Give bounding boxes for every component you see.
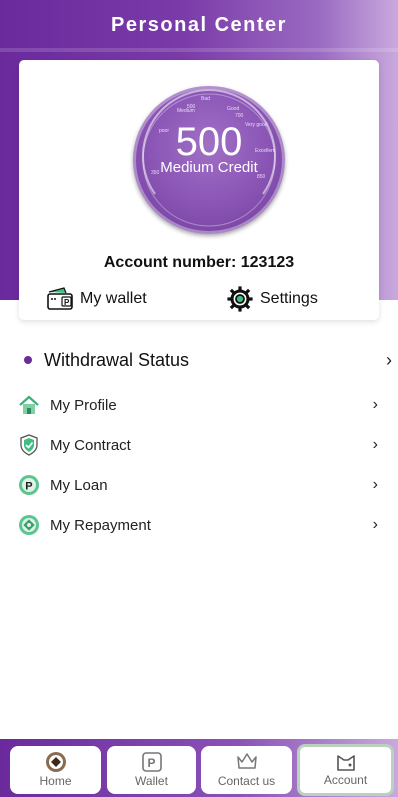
account-number: Account number: 123123	[103, 254, 295, 271]
page-title: Personal Center	[111, 14, 287, 36]
home-icon	[19, 395, 39, 414]
ring-label: 500	[187, 104, 196, 110]
tab-home[interactable]: Home	[10, 746, 101, 794]
tab-contact-us[interactable]: Contact us	[201, 746, 292, 794]
chevron-right-icon: ›	[386, 349, 392, 370]
account-wallet-icon	[336, 755, 355, 771]
settings-link[interactable]: Settings	[226, 286, 318, 312]
menu-item-my-loan[interactable]: P My Loan ›	[0, 473, 398, 497]
settings-label: Settings	[260, 290, 318, 307]
chevron-right-icon: ›	[372, 516, 378, 533]
bottom-tab-bar: Home P Wallet Contact us Account	[0, 739, 398, 797]
my-wallet-label: My wallet	[80, 290, 147, 307]
withdrawal-status-label: Withdrawal Status	[44, 349, 190, 370]
chevron-right-icon: ›	[372, 476, 378, 493]
gear-icon	[227, 286, 253, 312]
menu-item-label: My Contract	[50, 436, 131, 454]
tab-account[interactable]: Account	[297, 744, 394, 796]
menu-item-my-profile[interactable]: My Profile ›	[0, 393, 398, 417]
credit-level: Medium Credit	[160, 159, 258, 176]
my-wallet-link[interactable]: P My wallet	[46, 286, 147, 312]
repayment-icon	[19, 515, 39, 535]
menu-item-label: My Repayment	[50, 516, 151, 534]
menu-item-my-repayment[interactable]: My Repayment ›	[0, 513, 398, 537]
menu-item-my-contract[interactable]: My Contract ›	[0, 433, 398, 457]
p-coin-icon: P	[19, 475, 39, 495]
crown-icon	[236, 753, 257, 769]
tab-label: Account	[323, 773, 368, 787]
shield-check-icon	[20, 434, 38, 456]
chevron-right-icon: ›	[372, 436, 378, 453]
credit-gauge: 350 poor Medium Bad Good Very good Excel…	[133, 86, 285, 234]
bullet-dot	[24, 356, 32, 364]
ring-label: 700	[235, 113, 244, 119]
tab-wallet[interactable]: P Wallet	[107, 746, 196, 794]
withdrawal-status-row[interactable]: Withdrawal Status ›	[0, 346, 398, 374]
tab-label: Wallet	[135, 774, 168, 788]
chevron-right-icon: ›	[372, 396, 378, 413]
tab-label: Contact us	[217, 774, 276, 788]
home-coin-icon	[45, 752, 66, 772]
ring-label: Bad	[201, 96, 210, 102]
svg-text:P: P	[147, 756, 155, 770]
credit-score: 500	[175, 120, 243, 164]
menu-item-label: My Profile	[50, 396, 117, 414]
wallet-icon: P	[47, 287, 73, 310]
menu-item-label: My Loan	[50, 476, 108, 494]
svg-text:P: P	[25, 480, 32, 492]
tab-label: Home	[39, 774, 72, 788]
wallet-p-icon: P	[141, 752, 162, 772]
ring-label: Good	[227, 106, 239, 112]
svg-text:P: P	[64, 298, 70, 307]
